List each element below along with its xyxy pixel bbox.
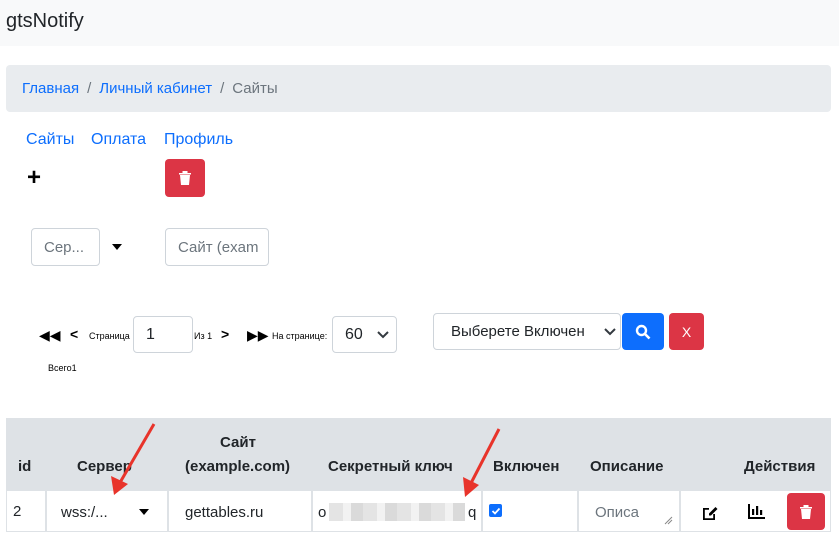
row-site-value[interactable]: gettables.ru — [185, 504, 263, 521]
enabled-checkbox[interactable] — [489, 504, 502, 517]
row-delete-button[interactable] — [787, 493, 825, 530]
breadcrumb-home-link[interactable]: Главная — [22, 80, 79, 97]
server-filter-input[interactable]: Сер... — [31, 228, 100, 266]
trash-icon — [179, 171, 191, 185]
breadcrumb-current: Сайты — [232, 80, 278, 97]
per-page-value: 60 — [345, 325, 363, 343]
chart-icon[interactable] — [748, 503, 766, 519]
row-secret-prefix: o — [318, 504, 327, 521]
column-header-secret: Секретный ключ — [328, 458, 453, 475]
check-icon — [491, 507, 500, 515]
annotation-arrow-icon — [463, 428, 501, 497]
chevron-down-icon[interactable] — [139, 509, 149, 515]
trash-icon — [800, 504, 812, 519]
row-server-value[interactable]: wss:/... — [61, 504, 108, 521]
cell-actions — [680, 490, 831, 532]
next-page-icon[interactable]: > — [221, 326, 229, 342]
edit-icon[interactable] — [701, 504, 719, 520]
cell-site: gettables.ru — [168, 490, 312, 532]
chevron-down-icon — [377, 331, 389, 339]
search-icon — [635, 324, 651, 339]
site-filter-input[interactable]: Сайт (exam — [165, 228, 269, 266]
last-page-icon[interactable]: ▶▶ — [247, 327, 269, 344]
column-header-actions: Действия — [744, 458, 816, 475]
annotation-arrow-icon — [111, 423, 156, 495]
column-header-id: id — [18, 458, 32, 475]
enabled-filter-value: Выберете Включен — [451, 323, 585, 340]
breadcrumb: Главная / Личный кабинет / Сайты — [6, 65, 831, 112]
breadcrumb-account-link[interactable]: Личный кабинет — [99, 80, 212, 97]
column-header-site: Сайт — [220, 434, 256, 451]
resize-handle-icon — [664, 516, 673, 525]
page-of-label: Из 1 — [194, 331, 213, 341]
delete-selected-button[interactable] — [165, 159, 205, 197]
top-navbar: gtsNotify — [0, 0, 839, 46]
clear-filters-button[interactable]: X — [669, 313, 704, 350]
row-id: 2 — [13, 503, 22, 520]
breadcrumb-separator: / — [220, 80, 225, 97]
total-label: Всего1 — [48, 363, 77, 373]
app-brand[interactable]: gtsNotify — [6, 10, 84, 33]
per-page-select[interactable]: 60 — [332, 316, 397, 353]
chevron-down-icon — [604, 328, 616, 336]
server-filter-placeholder: Сер... — [44, 238, 85, 256]
page-number-input[interactable]: 1 — [133, 316, 193, 353]
redacted-secret-key — [329, 503, 465, 521]
page-number-value: 1 — [146, 325, 155, 343]
enabled-filter-select[interactable]: Выберете Включен — [433, 313, 621, 350]
cell-id: 2 — [6, 490, 46, 532]
breadcrumb-separator: / — [87, 80, 92, 97]
description-input[interactable]: Описа — [595, 504, 639, 521]
plus-icon[interactable]: + — [27, 166, 41, 190]
search-button[interactable] — [622, 313, 664, 350]
chevron-down-icon[interactable] — [112, 244, 122, 250]
nav-link-payment[interactable]: Оплата — [91, 131, 146, 149]
first-page-icon[interactable]: ◀◀ — [39, 327, 61, 344]
site-filter-placeholder: Сайт (exam — [178, 238, 259, 256]
column-header-description: Описание — [590, 458, 664, 475]
page-label: Страница — [89, 331, 130, 341]
prev-page-icon[interactable]: < — [70, 326, 78, 342]
per-page-label: На странице: — [272, 331, 328, 341]
nav-link-sites[interactable]: Сайты — [26, 131, 74, 149]
row-secret-suffix: q — [468, 504, 477, 521]
column-header-site-example: (example.com) — [185, 458, 291, 475]
cell-description: Описа — [578, 490, 680, 532]
nav-link-profile[interactable]: Профиль — [164, 131, 233, 149]
